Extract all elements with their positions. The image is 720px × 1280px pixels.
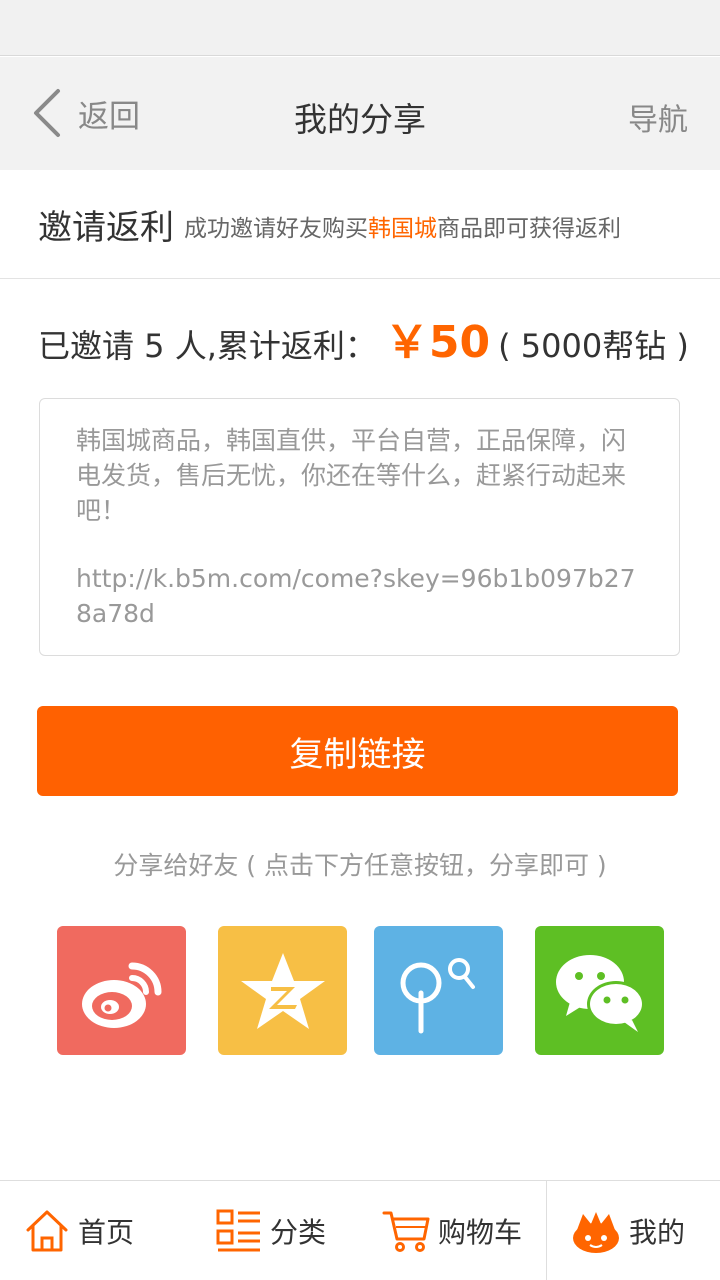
invite-summary: 已邀请 5 人,累计返利： ￥50 ( 5000帮钻 ) [38, 306, 689, 368]
summary-text: 已邀请 5 人,累计返利： [38, 327, 377, 365]
share-message-text: 韩国城商品，韩国直供，平台自营，正品保障，闪电发货，售后无忧，你还在等什么，赶紧… [76, 426, 627, 525]
wechat-icon [555, 954, 645, 1032]
cart-icon [382, 1211, 430, 1252]
status-bar [0, 0, 720, 56]
top-nav-bar: 返回 我的分享 导航 [0, 57, 720, 170]
tab-cart[interactable]: 购物车 [382, 1181, 522, 1280]
invite-desc-suffix: 商品即可获得返利 [437, 216, 621, 242]
share-message-box[interactable]: 韩国城商品，韩国直供，平台自营，正品保障，闪电发货，售后无忧，你还在等什么，赶紧… [39, 398, 680, 656]
invite-title: 邀请返利 [38, 207, 174, 248]
share-wechat-button[interactable] [535, 926, 664, 1055]
invite-desc-highlight: 韩国城 [368, 216, 437, 242]
tab-mine[interactable]: 我的 [546, 1181, 720, 1280]
home-icon [26, 1210, 68, 1252]
pengyou-icon [400, 957, 475, 1033]
mine-icon [573, 1212, 619, 1253]
tab-home-label: 首页 [78, 1216, 135, 1249]
rebate-amount: ￥50 [384, 317, 491, 368]
share-qzone-button[interactable] [218, 926, 347, 1055]
share-icon-row [0, 926, 720, 1056]
copy-link-button[interactable]: 复制链接 [37, 706, 678, 796]
tab-cart-label: 购物车 [438, 1216, 523, 1249]
rebate-detail: ( 5000帮钻 ) [498, 327, 689, 365]
invite-header: 邀请返利 成功邀请好友购买韩国城商品即可获得返利 [0, 170, 720, 279]
share-pengyou-button[interactable] [374, 926, 503, 1055]
tab-mine-label: 我的 [629, 1216, 686, 1249]
qzone-icon [240, 952, 325, 1029]
invite-desc-prefix: 成功邀请好友购买 [184, 216, 368, 242]
bottom-tab-bar: 首页 分类 购物车 我的 [0, 1180, 720, 1280]
category-icon [216, 1209, 260, 1252]
tab-category[interactable]: 分类 [216, 1181, 326, 1280]
tab-category-label: 分类 [270, 1216, 327, 1249]
invite-description: 成功邀请好友购买韩国城商品即可获得返利 [184, 209, 621, 243]
weibo-icon [81, 962, 161, 1028]
tab-home[interactable]: 首页 [24, 1181, 134, 1280]
navigation-button[interactable]: 导航 [628, 95, 688, 139]
page-title: 我的分享 [294, 100, 426, 139]
share-hint: 分享给好友 ( 点击下方任意按钮，分享即可 ) [113, 851, 607, 880]
share-link-url: http://k.b5m.com/come?skey=96b1b097b278a… [76, 564, 636, 628]
share-weibo-button[interactable] [57, 926, 186, 1055]
